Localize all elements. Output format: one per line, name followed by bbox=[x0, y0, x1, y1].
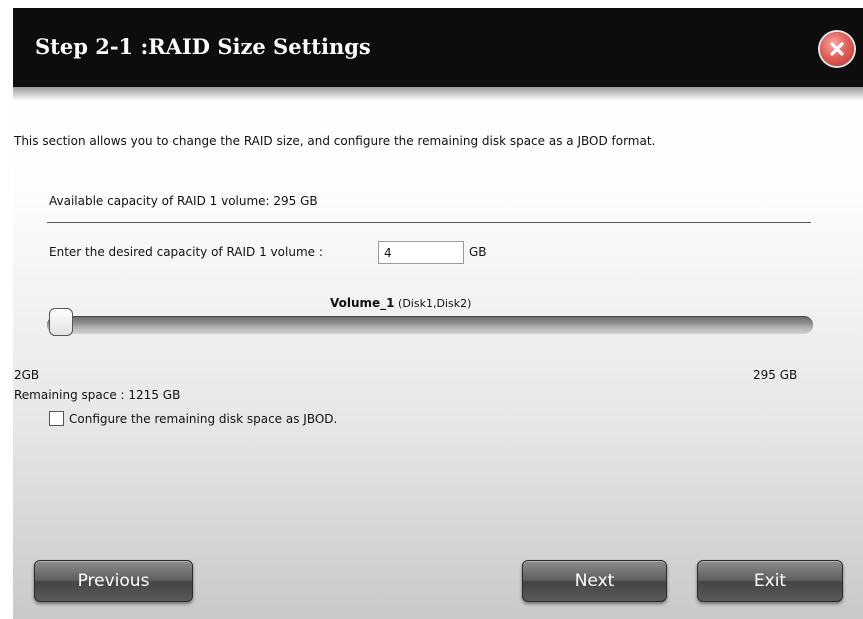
titlebar: Step 2-1 :RAID Size Settings bbox=[13, 8, 863, 87]
section-description: This section allows you to change the RA… bbox=[14, 134, 656, 148]
capacity-input[interactable] bbox=[378, 241, 464, 264]
capacity-slider-track[interactable] bbox=[47, 316, 813, 334]
close-button[interactable] bbox=[820, 32, 854, 66]
volume-label: Volume_1 (Disk1,Disk2) bbox=[330, 296, 471, 310]
volume-name: Volume_1 bbox=[330, 296, 395, 310]
raid-size-dialog: Step 2-1 :RAID Size Settings This sectio… bbox=[13, 8, 863, 619]
capacity-slider-handle[interactable] bbox=[49, 308, 74, 336]
slider-min-label: 2GB bbox=[14, 368, 40, 382]
previous-button[interactable]: Previous bbox=[34, 560, 193, 602]
remaining-space: Remaining space : 1215 GB bbox=[14, 388, 181, 402]
close-icon bbox=[830, 42, 844, 56]
exit-button[interactable]: Exit bbox=[697, 560, 843, 602]
available-capacity: Available capacity of RAID 1 volume: 295… bbox=[49, 194, 318, 208]
jbod-label: Configure the remaining disk space as JB… bbox=[69, 412, 338, 426]
jbod-checkbox[interactable] bbox=[49, 411, 64, 426]
title-separator bbox=[13, 87, 863, 101]
capacity-unit: GB bbox=[469, 245, 487, 259]
volume-disks: (Disk1,Disk2) bbox=[394, 297, 472, 310]
capacity-label: Enter the desired capacity of RAID 1 vol… bbox=[49, 245, 323, 259]
divider bbox=[47, 222, 811, 223]
next-button[interactable]: Next bbox=[522, 560, 667, 602]
slider-max-label: 295 GB bbox=[753, 368, 798, 382]
dialog-title: Step 2-1 :RAID Size Settings bbox=[35, 34, 371, 59]
